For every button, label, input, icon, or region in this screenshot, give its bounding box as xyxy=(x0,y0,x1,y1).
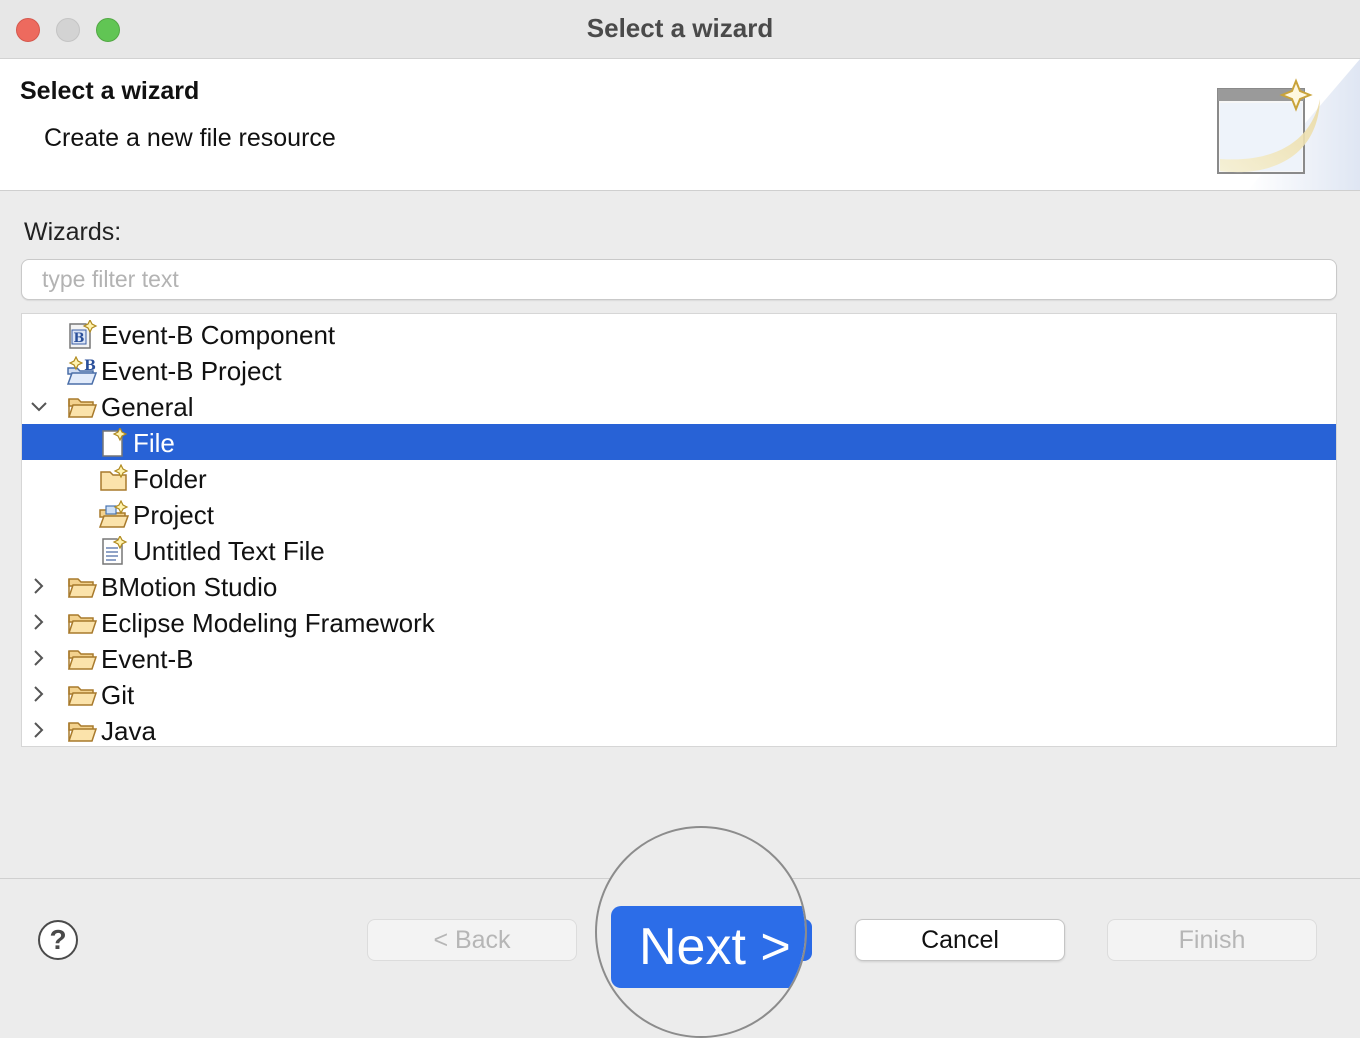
help-button[interactable]: ? xyxy=(38,920,78,960)
chevron-right-icon[interactable] xyxy=(28,682,50,706)
wizards-label: Wizards: xyxy=(24,218,122,246)
filter-input[interactable] xyxy=(22,260,1336,299)
tree-item-label: General xyxy=(101,392,194,422)
tree-item-untitled-text-file[interactable]: Untitled Text File xyxy=(22,532,1336,568)
tree-item-bmotion-studio[interactable]: BMotion Studio xyxy=(22,568,1336,604)
back-button[interactable]: < Back xyxy=(367,919,577,961)
tree-item-event-b[interactable]: Event-B xyxy=(22,640,1336,676)
tree-item-java[interactable]: Java xyxy=(22,712,1336,746)
finish-button[interactable]: Finish xyxy=(1107,919,1317,961)
open-folder-icon xyxy=(66,644,98,674)
text-file-icon xyxy=(98,534,130,566)
tree-item-folder[interactable]: Folder xyxy=(22,460,1336,496)
wizard-header: Select a wizard Create a new file resour… xyxy=(0,59,1360,191)
tree-item-general[interactable]: General xyxy=(22,388,1336,424)
wizard-page-description: Create a new file resource xyxy=(44,124,336,152)
open-folder-icon xyxy=(66,680,98,710)
wizard-banner-icon xyxy=(1217,59,1360,190)
event-b-component-icon: B xyxy=(66,318,98,350)
tree-item-label: Git xyxy=(101,680,135,710)
tree-item-label: BMotion Studio xyxy=(101,572,278,602)
new-project-icon xyxy=(98,499,130,530)
tree-item-eclipse-modeling-framework[interactable]: Eclipse Modeling Framework xyxy=(22,604,1336,640)
chevron-right-icon[interactable] xyxy=(28,610,50,634)
tree-item-project[interactable]: Project xyxy=(22,496,1336,532)
title-bar: Select a wizard xyxy=(0,0,1360,59)
chevron-right-icon[interactable] xyxy=(28,574,50,598)
open-folder-icon xyxy=(66,392,98,422)
tree-item-label: Event-B Component xyxy=(101,320,336,350)
open-folder-icon xyxy=(66,572,98,602)
window-title: Select a wizard xyxy=(586,13,774,43)
tree-item-event-b-project[interactable]: B Event-B Project xyxy=(22,352,1336,388)
filter-field[interactable] xyxy=(21,259,1337,300)
tree-item-label: Eclipse Modeling Framework xyxy=(101,608,435,638)
tree-item-label: Project xyxy=(133,500,214,530)
tree-item-label: File xyxy=(133,428,175,458)
open-folder-icon xyxy=(66,716,98,746)
tree-item-git[interactable]: Git xyxy=(22,676,1336,712)
open-folder-icon xyxy=(66,608,98,638)
cancel-button[interactable]: Cancel xyxy=(855,919,1065,961)
chevron-right-icon[interactable] xyxy=(28,718,50,742)
wizard-tree[interactable]: B Event-B Component B Event-B Project Genera… xyxy=(21,313,1337,747)
tree-item-event-b-component[interactable]: B Event-B Component xyxy=(22,316,1336,352)
tree-item-label: Untitled Text File xyxy=(133,536,325,566)
wizard-page-title: Select a wizard xyxy=(20,77,200,105)
event-b-project-icon: B xyxy=(66,355,98,386)
help-icon: ? xyxy=(49,924,67,955)
tree-item-label: Event-B xyxy=(101,644,194,674)
next-button[interactable]: Next > xyxy=(611,906,805,988)
new-folder-icon xyxy=(98,463,130,494)
svg-text:B: B xyxy=(84,358,96,374)
chevron-down-icon[interactable] xyxy=(28,394,50,418)
new-file-icon xyxy=(98,426,130,458)
magnifier-overlay: Next > xyxy=(595,826,807,1038)
tree-item-label: Folder xyxy=(133,464,207,494)
svg-text:B: B xyxy=(74,331,85,346)
tree-item-label: Java xyxy=(101,716,156,746)
tree-item-label: Event-B Project xyxy=(101,356,282,386)
tree-item-file[interactable]: File xyxy=(22,424,1336,460)
chevron-right-icon[interactable] xyxy=(28,646,50,670)
